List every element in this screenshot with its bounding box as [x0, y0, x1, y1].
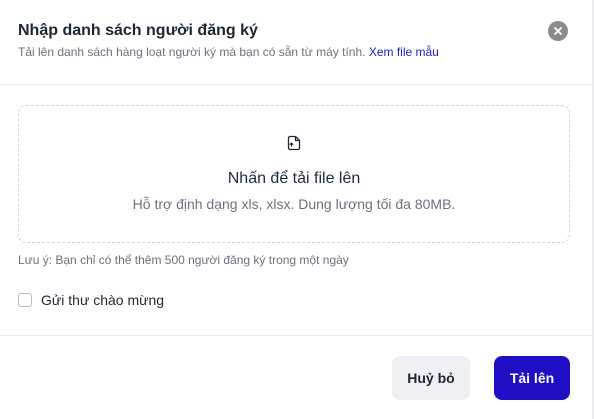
close-button[interactable] — [548, 21, 568, 41]
close-icon — [554, 27, 562, 35]
welcome-email-option[interactable]: Gửi thư chào mừng — [18, 291, 164, 309]
footer-divider — [0, 335, 594, 336]
file-upload-icon — [287, 135, 301, 151]
dropzone-hint: Hỗ trợ định dạng xls, xlsx. Dung lượng t… — [132, 196, 456, 212]
modal-title: Nhập danh sách người đăng ký — [18, 22, 258, 39]
import-registrants-modal: Nhập danh sách người đăng ký Tải lên dan… — [0, 0, 594, 419]
file-dropzone[interactable]: Nhấn để tải file lên Hỗ trợ định dạng xl… — [18, 105, 570, 243]
modal-header: Nhập danh sách người đăng ký Tải lên dan… — [18, 20, 534, 60]
limit-note: Lưu ý: Bạn chỉ có thể thêm 500 người đăn… — [18, 253, 349, 267]
welcome-email-label: Gửi thư chào mừng — [41, 292, 165, 308]
header-divider — [0, 84, 594, 85]
welcome-email-checkbox[interactable] — [18, 293, 32, 307]
upload-button[interactable]: Tải lên — [494, 356, 570, 400]
modal-subtitle: Tải lên danh sách hàng loạt người ký mà … — [18, 44, 534, 60]
cancel-button[interactable]: Huỷ bỏ — [392, 356, 470, 400]
sample-file-link[interactable]: Xem file mẫu — [369, 45, 439, 59]
modal-subtitle-text: Tải lên danh sách hàng loạt người ký mà … — [18, 45, 366, 59]
dropzone-title: Nhấn để tải file lên — [227, 170, 361, 187]
